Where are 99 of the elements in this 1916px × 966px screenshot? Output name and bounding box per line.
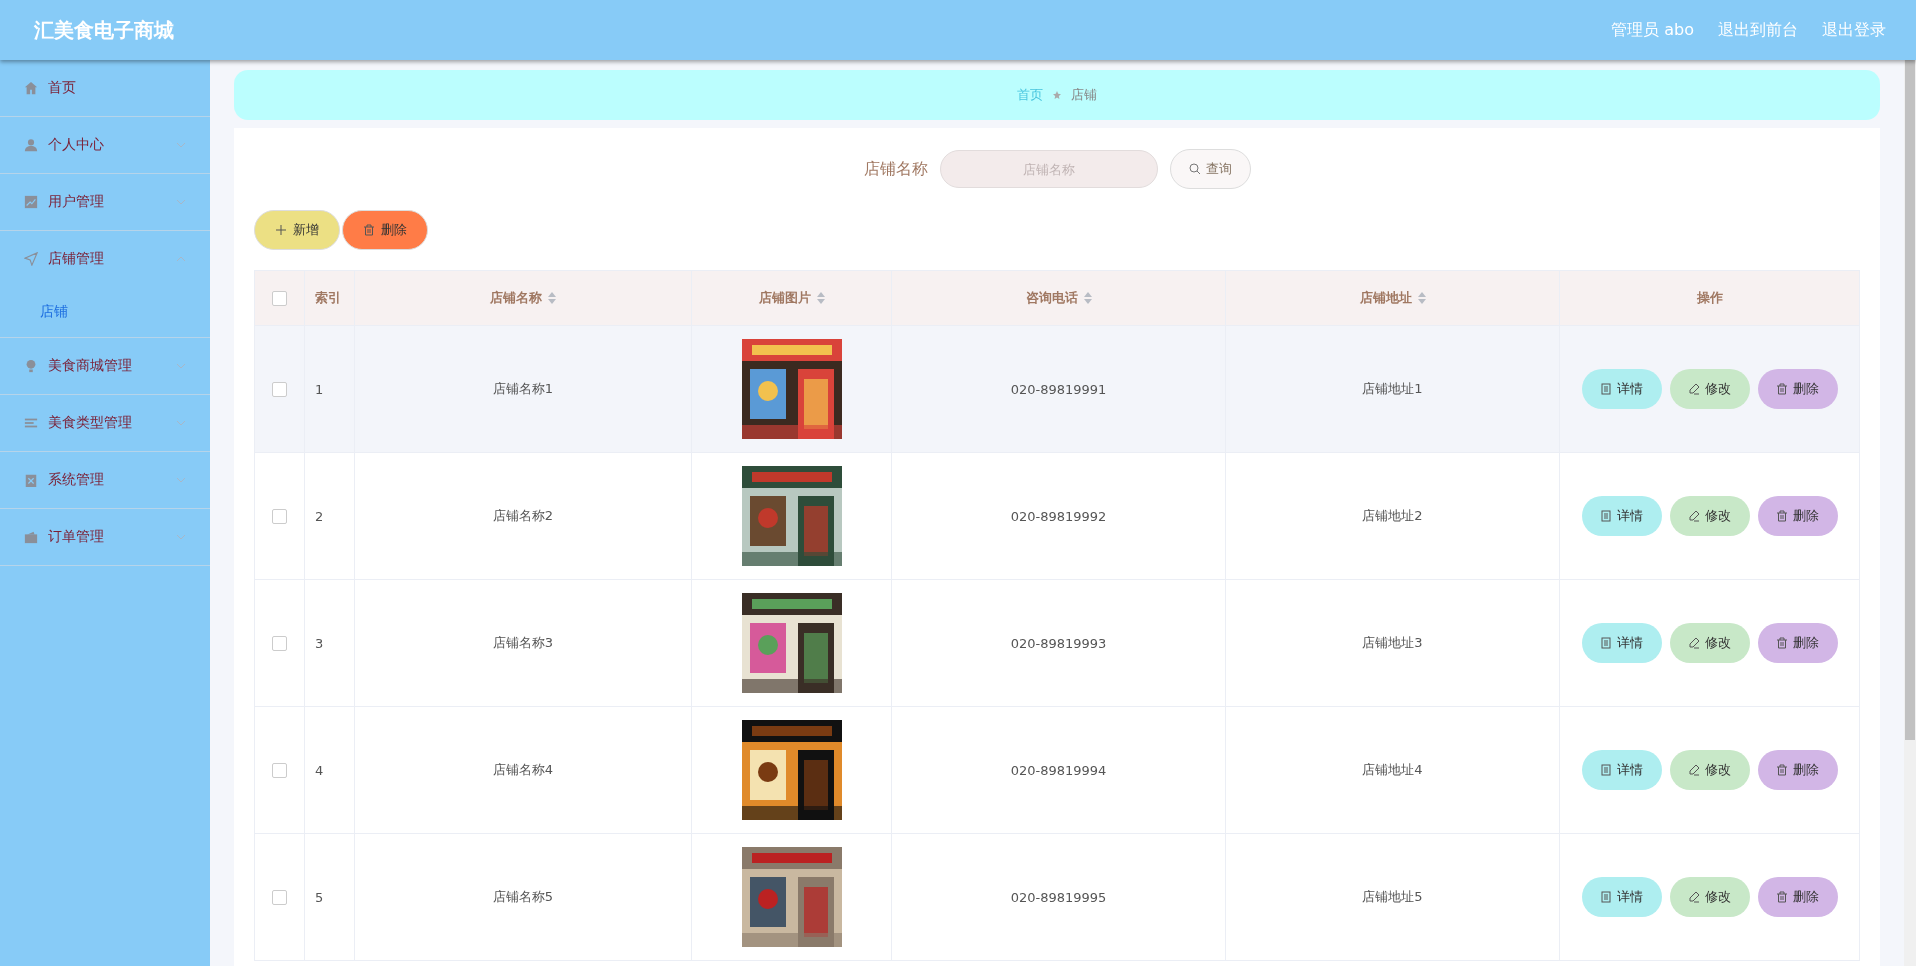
sidebar-item[interactable]: 美食类型管理 <box>0 395 210 452</box>
trash-icon <box>1776 891 1788 903</box>
delete-button[interactable]: 删除 <box>342 210 428 250</box>
header-cell: 店铺图片 <box>691 270 892 326</box>
detail-button[interactable]: 详情 <box>1581 750 1662 790</box>
pencil-icon <box>1688 510 1700 522</box>
table-cell: 店铺地址3 <box>1362 635 1423 650</box>
pencil-icon <box>1688 764 1700 776</box>
sidebar-item[interactable]: 美食商城管理 <box>0 338 210 395</box>
sort-icon <box>816 292 825 304</box>
header-cell: 操作 <box>1559 270 1860 326</box>
sidebar-item[interactable]: 个人中心 <box>0 117 210 174</box>
table-cell: 店铺名称4 <box>492 762 554 777</box>
document-icon <box>1600 891 1612 903</box>
scrollbar[interactable] <box>1904 60 1916 966</box>
send-icon <box>24 252 38 266</box>
table-cell: 020-89819994 <box>1010 762 1107 778</box>
delete-button[interactable]: 删除 <box>1757 750 1838 790</box>
table-cell: 020-89819995 <box>1010 889 1107 905</box>
detail-button[interactable]: 详情 <box>1581 369 1662 409</box>
delete-button[interactable]: 删除 <box>1757 496 1838 536</box>
edit-button[interactable]: 修改 <box>1669 750 1750 790</box>
document-icon <box>1600 383 1612 395</box>
sort-icon <box>548 292 556 304</box>
list-icon <box>24 416 38 430</box>
document-icon <box>1600 637 1612 649</box>
table-cell: 020-89819991 <box>1010 381 1107 397</box>
delete-button[interactable]: 删除 <box>1757 623 1838 663</box>
chevron-icon <box>176 142 186 148</box>
edit-button[interactable]: 修改 <box>1669 877 1750 917</box>
header-cell: 索引 <box>304 270 355 326</box>
checkbox[interactable] <box>272 890 287 905</box>
chevron-icon <box>176 363 186 369</box>
checkbox[interactable] <box>272 509 287 524</box>
chart-icon <box>24 195 38 209</box>
sidebar-item[interactable]: 首页 <box>0 60 210 117</box>
table-cell: 店铺名称3 <box>492 635 554 650</box>
header-cell: 店铺地址 <box>1225 270 1560 326</box>
sidebar-item[interactable]: 用户管理 <box>0 174 210 231</box>
detail-button[interactable]: 详情 <box>1581 496 1662 536</box>
header-cell: 店铺名称 <box>354 270 692 326</box>
edit-button[interactable]: 修改 <box>1669 369 1750 409</box>
delete-button[interactable]: 删除 <box>1757 369 1838 409</box>
chevron-icon <box>176 534 186 540</box>
clipboard-icon <box>24 473 38 487</box>
search-label: 店铺名称 <box>863 158 928 180</box>
pencil-icon <box>1688 891 1700 903</box>
table-cell: 1 <box>315 381 324 397</box>
sort-icon <box>1417 292 1426 304</box>
search-icon <box>1188 163 1201 175</box>
checkbox[interactable] <box>272 763 287 778</box>
document-icon <box>1600 510 1612 522</box>
chevron-icon <box>176 420 186 426</box>
user-icon <box>24 138 38 152</box>
table-cell: 4 <box>315 762 324 778</box>
detail-button[interactable]: 详情 <box>1581 877 1662 917</box>
sidebar-item[interactable]: 系统管理 <box>0 452 210 509</box>
trash-icon <box>1776 383 1788 395</box>
delete-button[interactable]: 删除 <box>1757 877 1838 917</box>
document-icon <box>1600 764 1612 776</box>
table-cell: 020-89819993 <box>1010 635 1107 651</box>
header-cell: 咨询电话 <box>891 270 1226 326</box>
sidebar-item[interactable]: 店铺管理 <box>0 231 210 287</box>
sidebar-item[interactable]: 订单管理 <box>0 509 210 566</box>
checkbox[interactable] <box>272 636 287 651</box>
chevron-icon <box>176 477 186 483</box>
table-cell: 2 <box>315 508 324 524</box>
chevron-icon <box>176 199 186 205</box>
search-button[interactable]: 查询 <box>1169 149 1251 189</box>
table-cell: 店铺地址2 <box>1362 508 1423 523</box>
detail-button[interactable]: 详情 <box>1581 623 1662 663</box>
table-cell: 3 <box>315 635 324 651</box>
table-cell: 店铺地址1 <box>1362 381 1423 396</box>
trash-icon <box>363 224 375 236</box>
table-cell: 店铺名称2 <box>492 508 554 523</box>
table-cell: 5 <box>315 889 324 905</box>
pencil-icon <box>1688 637 1700 649</box>
bulb-icon <box>24 359 38 373</box>
site-title: 汇美食电子商城 <box>34 16 174 44</box>
home-icon <box>24 81 38 95</box>
checkbox[interactable] <box>272 291 287 306</box>
trash-icon <box>1776 510 1788 522</box>
chevron-icon <box>176 256 186 262</box>
add-button[interactable]: 新增 <box>254 210 340 250</box>
trash-icon <box>1776 764 1788 776</box>
table-cell: 店铺名称5 <box>492 889 554 904</box>
pencil-icon <box>1688 383 1700 395</box>
sort-icon <box>1083 292 1092 304</box>
plus-icon <box>275 224 287 236</box>
star-icon <box>1053 91 1061 99</box>
table-cell: 店铺名称1 <box>492 381 554 396</box>
table-cell: 店铺地址4 <box>1362 762 1423 777</box>
table-cell: 020-89819992 <box>1010 508 1107 524</box>
edit-button[interactable]: 修改 <box>1669 623 1750 663</box>
trash-icon <box>1776 637 1788 649</box>
checkbox[interactable] <box>272 382 287 397</box>
wallet-icon <box>24 530 38 544</box>
table-cell: 店铺地址5 <box>1362 889 1423 904</box>
edit-button[interactable]: 修改 <box>1669 496 1750 536</box>
